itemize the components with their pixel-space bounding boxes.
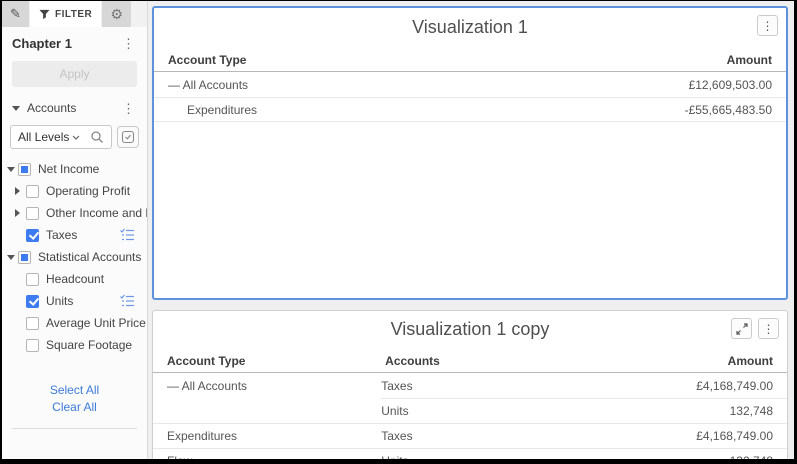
table-header: Account Type Amount xyxy=(154,48,786,72)
tree-item-other-income[interactable]: Other Income and Exp... xyxy=(2,202,147,224)
accounts-cell: Units xyxy=(381,449,616,459)
checkbox-checked[interactable] xyxy=(26,228,39,242)
amount-cell: £4,168,749.00 xyxy=(696,429,773,443)
table-row: Expenditures -£55,665,483.50 xyxy=(154,97,786,122)
tab-filter-label: FILTER xyxy=(55,8,93,20)
accounts-kebab-icon[interactable]: ⋮ xyxy=(120,102,137,115)
checkbox-unchecked[interactable] xyxy=(26,272,39,286)
account-type-cell[interactable]: — All Accounts xyxy=(154,72,566,97)
filter-sidebar: ✎ FILTER ⚙ Chapter 1 ⋮ Apply Accounts ⋮ xyxy=(2,1,148,459)
checkbox-unchecked[interactable] xyxy=(26,184,39,198)
table-row: Units 132,748 xyxy=(153,398,787,423)
visualization-1-copy-card[interactable]: ⋮ Visualization 1 copy Account Type Acco… xyxy=(152,310,788,459)
show-selected-toggle[interactable] xyxy=(117,126,139,148)
expand-button[interactable] xyxy=(731,318,752,339)
column-header-accounts: Accounts xyxy=(385,353,440,368)
tree-item-units[interactable]: Units xyxy=(2,290,147,312)
account-type-cell: Flow xyxy=(153,449,381,459)
tab-filter[interactable]: FILTER xyxy=(30,1,102,27)
expand-arrow-icon[interactable] xyxy=(15,187,20,195)
amount-cell: 132,748 xyxy=(615,398,787,423)
kebab-icon: ⋮ xyxy=(762,321,775,336)
column-header-amount: Amount xyxy=(727,353,773,368)
apply-button[interactable]: Apply xyxy=(12,61,137,87)
tree-item-taxes[interactable]: Taxes xyxy=(2,224,147,246)
expand-arrow-icon[interactable] xyxy=(7,166,15,172)
level-filter-row: All Levels xyxy=(10,125,139,149)
gear-icon: ⚙ xyxy=(110,5,124,22)
tree-item-net-income[interactable]: Net Income xyxy=(2,158,147,180)
kebab-icon: ⋮ xyxy=(761,18,774,33)
column-header-account-type: Account Type xyxy=(167,353,246,368)
column-header-amount: Amount xyxy=(726,52,772,67)
table-row: — All Accounts Taxes £4,168,749.00 xyxy=(153,373,787,398)
tree-item-statistical-accounts[interactable]: Statistical Accounts xyxy=(2,246,147,268)
table-row: Expenditures Taxes £4,168,749.00 xyxy=(153,423,787,448)
checkbox-unchecked[interactable] xyxy=(26,206,39,220)
chapter-title: Chapter 1 xyxy=(12,36,72,51)
amount-cell: -£55,665,483.50 xyxy=(684,102,772,117)
funnel-icon xyxy=(39,9,50,20)
app-window: ✎ FILTER ⚙ Chapter 1 ⋮ Apply Accounts ⋮ xyxy=(0,0,797,464)
accounts-section-label: Accounts xyxy=(27,101,77,115)
column-header-account-type: Account Type xyxy=(168,52,247,67)
tab-settings[interactable]: ⚙ xyxy=(102,1,132,27)
checkbox-check-icon xyxy=(121,130,135,144)
checkbox-indeterminate[interactable] xyxy=(18,250,31,264)
accounts-tree: Net Income Operating Profit Other Income… xyxy=(2,158,147,356)
checklist-icon[interactable] xyxy=(119,293,135,309)
level-select[interactable]: All Levels xyxy=(10,125,112,149)
checklist-icon[interactable] xyxy=(119,227,135,243)
table-row: Flow Units 132,748 xyxy=(153,448,787,459)
dashboard-canvas: ⋮ Visualization 1 Account Type Amount — … xyxy=(148,1,794,459)
account-type-cell[interactable]: — All Accounts xyxy=(153,373,381,398)
amount-cell: £4,168,749.00 xyxy=(696,378,773,393)
card-menu-button[interactable]: ⋮ xyxy=(758,318,779,339)
tree-item-square-footage[interactable]: Square Footage xyxy=(2,334,147,356)
chapter-header: Chapter 1 ⋮ xyxy=(2,27,147,55)
amount-cell: 132,748 xyxy=(616,449,787,459)
clear-all-link[interactable]: Clear All xyxy=(2,400,147,414)
accounts-cell: Taxes xyxy=(381,429,413,443)
expand-icon xyxy=(735,322,748,335)
tab-edit[interactable]: ✎ xyxy=(2,1,29,27)
tree-item-operating-profit[interactable]: Operating Profit xyxy=(2,180,147,202)
visualization-title: Visualization 1 xyxy=(412,17,528,37)
chapter-kebab-icon[interactable]: ⋮ xyxy=(120,37,137,50)
checkbox-checked[interactable] xyxy=(26,294,39,308)
expand-arrow-icon[interactable] xyxy=(15,209,20,217)
select-all-link[interactable]: Select All xyxy=(2,383,147,397)
expand-arrow-icon[interactable] xyxy=(7,254,15,260)
table-header: Account Type Accounts Amount xyxy=(153,349,787,373)
tree-item-headcount[interactable]: Headcount xyxy=(2,268,147,290)
account-type-cell xyxy=(153,398,381,423)
visualization-title: Visualization 1 copy xyxy=(390,319,550,339)
pencil-icon: ✎ xyxy=(10,6,21,21)
search-icon[interactable] xyxy=(90,130,104,144)
section-collapse-icon[interactable] xyxy=(12,105,20,111)
sidebar-divider xyxy=(12,428,137,429)
accounts-cell: Taxes xyxy=(381,378,413,393)
account-type-cell: Expenditures xyxy=(167,429,238,443)
amount-cell: £12,609,503.00 xyxy=(688,77,772,92)
checkbox-unchecked[interactable] xyxy=(26,316,39,330)
sidebar-tab-bar: ✎ FILTER ⚙ xyxy=(2,1,147,27)
accounts-cell: Units xyxy=(381,398,616,423)
tree-links: Select All Clear All xyxy=(2,380,147,417)
table-row: — All Accounts £12,609,503.00 xyxy=(154,72,786,97)
checkbox-indeterminate[interactable] xyxy=(18,162,31,176)
chevron-down-icon xyxy=(72,135,80,140)
checkbox-unchecked[interactable] xyxy=(26,338,39,352)
accounts-section-header[interactable]: Accounts ⋮ xyxy=(2,87,147,117)
visualization-1-card[interactable]: ⋮ Visualization 1 Account Type Amount — … xyxy=(152,6,788,300)
level-select-value: All Levels xyxy=(18,130,70,144)
tree-item-average-unit-price[interactable]: Average Unit Price xyxy=(2,312,147,334)
account-type-cell: Expenditures xyxy=(187,102,258,117)
card-menu-button[interactable]: ⋮ xyxy=(757,15,778,36)
